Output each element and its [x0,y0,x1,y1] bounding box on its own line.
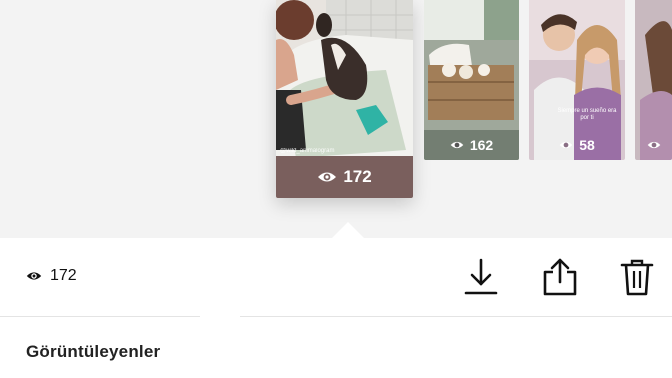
section-divider [0,316,672,317]
views-count: 172 [50,267,77,284]
eye-icon [647,141,660,149]
download-icon [464,258,498,295]
video-handle: @wild_animalogram [280,148,335,154]
trash-icon [620,259,654,296]
thumbnail-third[interactable]: Siempre un sueño era por ti 58 [529,0,625,160]
share-icon [543,258,577,296]
views-overlay: 58 [529,130,625,160]
views-overlay: 172 [276,156,413,198]
video-thumbnail-strip: @wild_animalogram 172 162 Siempre un sue… [0,0,672,238]
eye-icon [559,141,573,149]
eye-icon [450,141,464,149]
thumbnail-second[interactable]: 162 [424,0,519,160]
view-stats: 172 [26,267,77,285]
download-button[interactable] [462,256,500,303]
eye-icon [26,272,42,280]
delete-button[interactable] [617,256,657,303]
views-count: 172 [343,167,372,186]
divider-gap [200,313,240,319]
share-button[interactable] [540,256,580,303]
views-overlay [635,130,672,160]
thumbnail-fourth[interactable] [635,0,672,160]
views-count: 162 [469,137,494,153]
viewers-section-title: Görüntüleyenler [26,342,161,361]
selection-pointer [332,222,364,238]
thumbnail-selected[interactable]: @wild_animalogram 172 [276,0,413,198]
video-caption: Siempre un sueño era por ti [557,108,617,122]
views-count: 58 [579,137,595,153]
eye-icon [318,172,337,182]
views-overlay: 162 [424,130,519,160]
